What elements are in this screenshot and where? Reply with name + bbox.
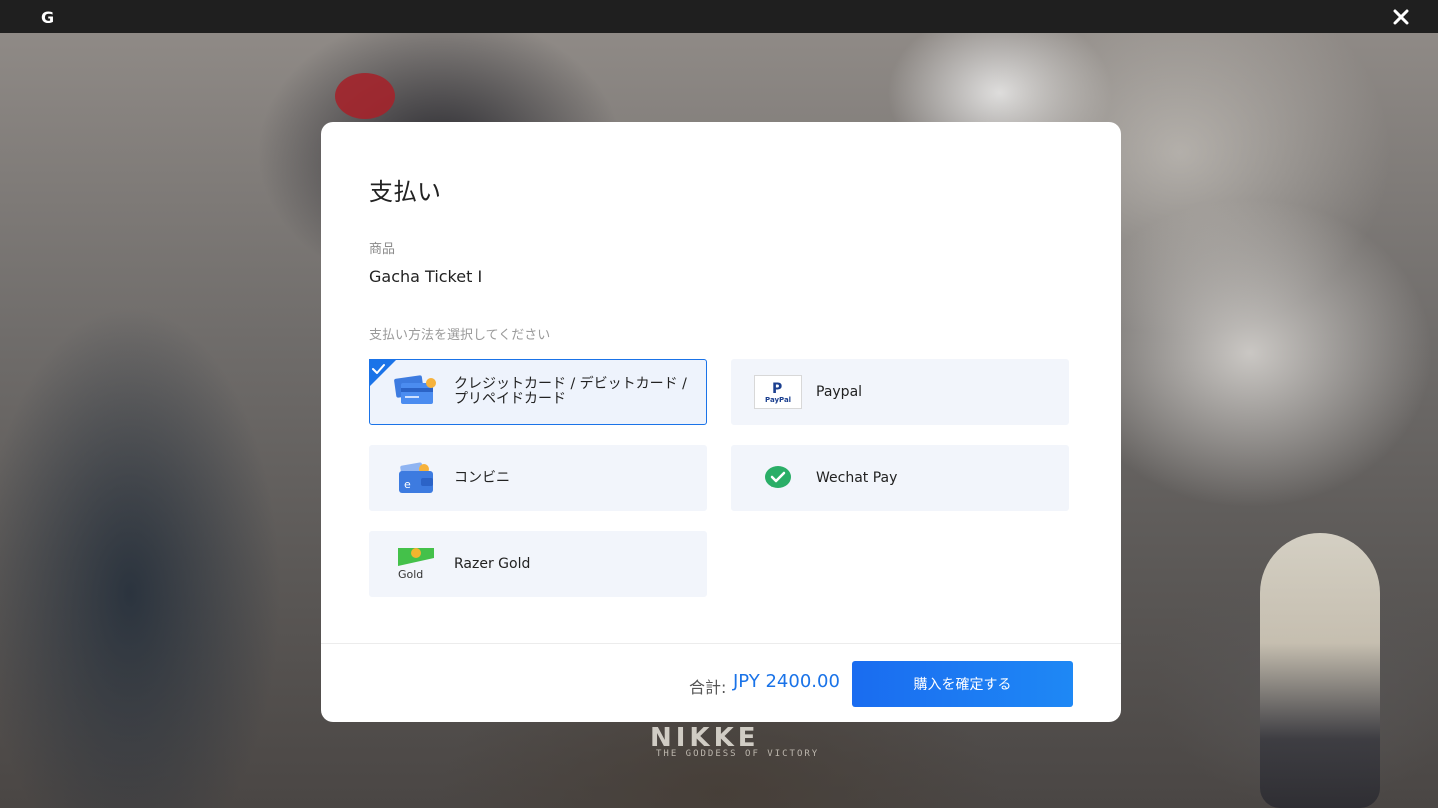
razer-gold-icon: Gold xyxy=(392,545,440,583)
close-icon xyxy=(1393,9,1409,25)
payment-method-label: Razer Gold xyxy=(454,555,531,572)
payment-dialog: 支払い 商品 Gacha Ticket Ⅰ 支払い方法を選択してください クレジ… xyxy=(321,122,1121,722)
product-name: Gacha Ticket Ⅰ xyxy=(369,267,483,286)
payment-method-label: Wechat Pay xyxy=(816,469,898,486)
svg-text:G: G xyxy=(41,8,54,27)
paypal-icon: P PayPal xyxy=(754,373,802,411)
window-close-button[interactable] xyxy=(1388,4,1414,30)
confirm-purchase-button[interactable]: 購入を確定する xyxy=(852,661,1073,707)
payment-method-paypal[interactable]: P PayPal Paypal xyxy=(731,359,1069,425)
background-decoration xyxy=(335,73,395,119)
background-character xyxy=(1260,533,1380,808)
payment-method-wechat-pay[interactable]: Wechat Pay xyxy=(731,445,1069,511)
svg-text:e: e xyxy=(404,478,411,491)
payment-method-label: クレジットカード / デビットカード / プリペイドカード xyxy=(454,376,687,407)
credit-card-icon xyxy=(392,373,440,411)
dialog-title: 支払い xyxy=(369,178,441,206)
payment-method-credit-card[interactable]: クレジットカード / デビットカード / プリペイドカード xyxy=(369,359,707,425)
payment-method-konbini[interactable]: e コンビニ xyxy=(369,445,707,511)
product-label: 商品 xyxy=(369,242,396,257)
total-amount: JPY 2400.00 xyxy=(733,671,840,692)
svg-text:PayPal: PayPal xyxy=(765,396,791,404)
svg-text:P: P xyxy=(772,381,782,397)
dialog-footer: 合計: JPY 2400.00 購入を確定する xyxy=(321,643,1121,722)
svg-text:Gold: Gold xyxy=(398,568,423,581)
payment-method-razer-gold[interactable]: Gold Razer Gold xyxy=(369,531,707,597)
app-logo-icon: G xyxy=(41,8,54,27)
game-logo-subtitle: THE GODDESS OF VICTORY xyxy=(656,749,820,759)
total-label: 合計: xyxy=(689,678,727,697)
window-titlebar: G xyxy=(0,0,1438,33)
payment-methods-label: 支払い方法を選択してください xyxy=(369,328,551,343)
payment-method-label: コンビニ xyxy=(454,469,510,486)
wechat-icon xyxy=(754,459,802,497)
payment-method-label: Paypal xyxy=(816,383,863,400)
wallet-icon: e xyxy=(392,459,440,497)
